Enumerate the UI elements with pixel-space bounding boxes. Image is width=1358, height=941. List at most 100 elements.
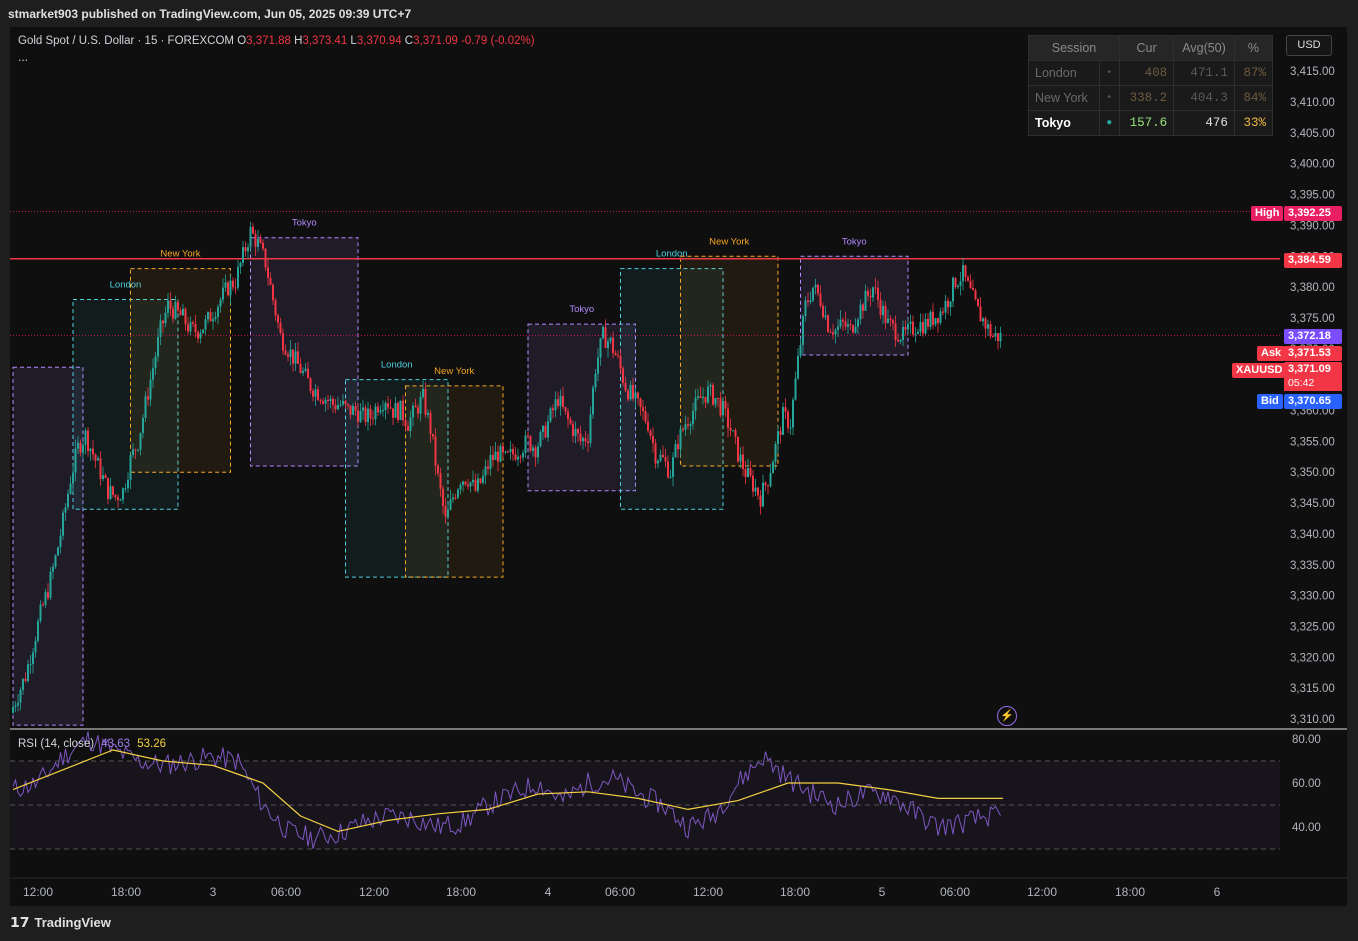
candle-body bbox=[534, 447, 537, 458]
candle-body bbox=[47, 592, 49, 598]
candle-body bbox=[827, 315, 829, 332]
candle-body bbox=[592, 387, 594, 415]
candle-body bbox=[587, 441, 589, 444]
candle-body bbox=[769, 473, 772, 487]
candle-body bbox=[979, 306, 982, 322]
candle-body bbox=[254, 233, 257, 247]
session-dot-icon: ● bbox=[1098, 110, 1121, 136]
candle-body bbox=[164, 312, 167, 324]
candle-body bbox=[802, 316, 804, 345]
candle-body bbox=[224, 282, 227, 288]
candle-body bbox=[274, 300, 277, 316]
candle-body bbox=[714, 397, 717, 405]
candle-body bbox=[447, 509, 449, 517]
candle-body bbox=[347, 403, 349, 406]
candle-body bbox=[159, 320, 162, 337]
time-tick-label: 06:00 bbox=[605, 885, 635, 899]
candle-body bbox=[997, 333, 999, 342]
candle-body bbox=[12, 706, 14, 713]
price-tick-label: 3,380.00 bbox=[1290, 282, 1335, 294]
candle-body bbox=[67, 493, 69, 508]
candle-body bbox=[262, 242, 264, 249]
lightning-alert-icon[interactable]: ⚡ bbox=[997, 706, 1017, 726]
candle-body bbox=[977, 299, 979, 307]
candle-body bbox=[392, 408, 394, 418]
bid-tag: Bid bbox=[1257, 394, 1283, 409]
candle-body bbox=[942, 311, 944, 313]
candle-body bbox=[99, 458, 102, 480]
change-value: -0.79 (-0.02%) bbox=[461, 35, 535, 47]
candle-body bbox=[552, 408, 554, 411]
candle-body bbox=[732, 430, 734, 432]
candle-body bbox=[319, 400, 322, 402]
candle-body bbox=[784, 407, 787, 412]
candle-body bbox=[362, 407, 364, 411]
session-label: New York bbox=[434, 366, 474, 377]
candle-body bbox=[679, 428, 682, 450]
candle-body bbox=[252, 226, 254, 234]
candle-body bbox=[682, 428, 684, 430]
candle-body bbox=[39, 604, 42, 621]
candle-body bbox=[609, 337, 612, 342]
high-price-label: 3,392.25 bbox=[1284, 206, 1342, 221]
candle-body bbox=[557, 399, 559, 407]
candle-body bbox=[527, 435, 529, 437]
symbol-description: Gold Spot / U.S. Dollar · 15 · FOREXCOM bbox=[18, 35, 235, 47]
candle-body bbox=[212, 319, 214, 322]
time-tick-label: 4 bbox=[545, 885, 552, 899]
session-box bbox=[250, 237, 359, 467]
candle-body bbox=[377, 406, 379, 413]
candle-body bbox=[987, 324, 989, 329]
session-label: New York bbox=[709, 236, 749, 247]
candle-body bbox=[652, 436, 654, 444]
candle-body bbox=[364, 407, 367, 423]
session-dot-icon: • bbox=[1098, 60, 1121, 86]
publisher-line: stmarket903 published on TradingView.com… bbox=[8, 7, 412, 21]
candle-body bbox=[434, 436, 437, 466]
candle-body bbox=[332, 398, 334, 406]
candle-body bbox=[414, 405, 417, 408]
candle-body bbox=[84, 430, 87, 445]
candle-body bbox=[304, 368, 307, 371]
candle-body bbox=[702, 396, 704, 398]
candle-body bbox=[344, 400, 347, 404]
price-tick-label: 3,345.00 bbox=[1290, 498, 1335, 510]
candle-body bbox=[192, 322, 194, 324]
session-cur: 338.2 bbox=[1118, 85, 1175, 111]
candle-body bbox=[874, 287, 877, 289]
candle-body bbox=[509, 448, 512, 452]
candle-body bbox=[789, 427, 792, 429]
candle-body bbox=[37, 620, 39, 641]
candle-body bbox=[44, 592, 47, 605]
candle-body bbox=[782, 407, 784, 435]
candle-body bbox=[234, 287, 237, 289]
candle-body bbox=[117, 497, 119, 501]
session-label: Tokyo bbox=[569, 304, 594, 315]
candle-body bbox=[547, 421, 549, 438]
candle-body bbox=[974, 290, 977, 300]
time-tick-label: 18:00 bbox=[1115, 885, 1145, 899]
candle-body bbox=[709, 384, 712, 387]
candle-body bbox=[934, 318, 937, 325]
candle-body bbox=[77, 442, 79, 449]
ohlc-legend: Gold Spot / U.S. Dollar · 15 · FOREXCOM … bbox=[18, 35, 535, 47]
chart-canvas[interactable]: 3,415.00 3,410.00 3,405.00 3,400.00 3,395.00… bbox=[10, 27, 1347, 906]
candle-body bbox=[359, 410, 362, 423]
candle-body bbox=[777, 431, 779, 444]
candle-body bbox=[197, 331, 199, 339]
candle-body bbox=[474, 479, 477, 491]
candle-body bbox=[389, 407, 392, 409]
candle-body bbox=[737, 436, 739, 462]
rsi-tick-label: 60.00 bbox=[1292, 778, 1321, 790]
currency-selector[interactable]: USD bbox=[1286, 35, 1332, 56]
candle-body bbox=[242, 247, 244, 263]
candle-body bbox=[842, 319, 844, 322]
candle-body bbox=[694, 397, 697, 411]
candle-body bbox=[29, 664, 32, 666]
legend-more-button[interactable]: ... bbox=[18, 50, 28, 64]
candle-body bbox=[607, 341, 609, 349]
candle-body bbox=[524, 435, 527, 453]
candle-body bbox=[497, 451, 499, 462]
candle-body bbox=[944, 300, 947, 313]
time-tick-label: 3 bbox=[210, 885, 217, 899]
